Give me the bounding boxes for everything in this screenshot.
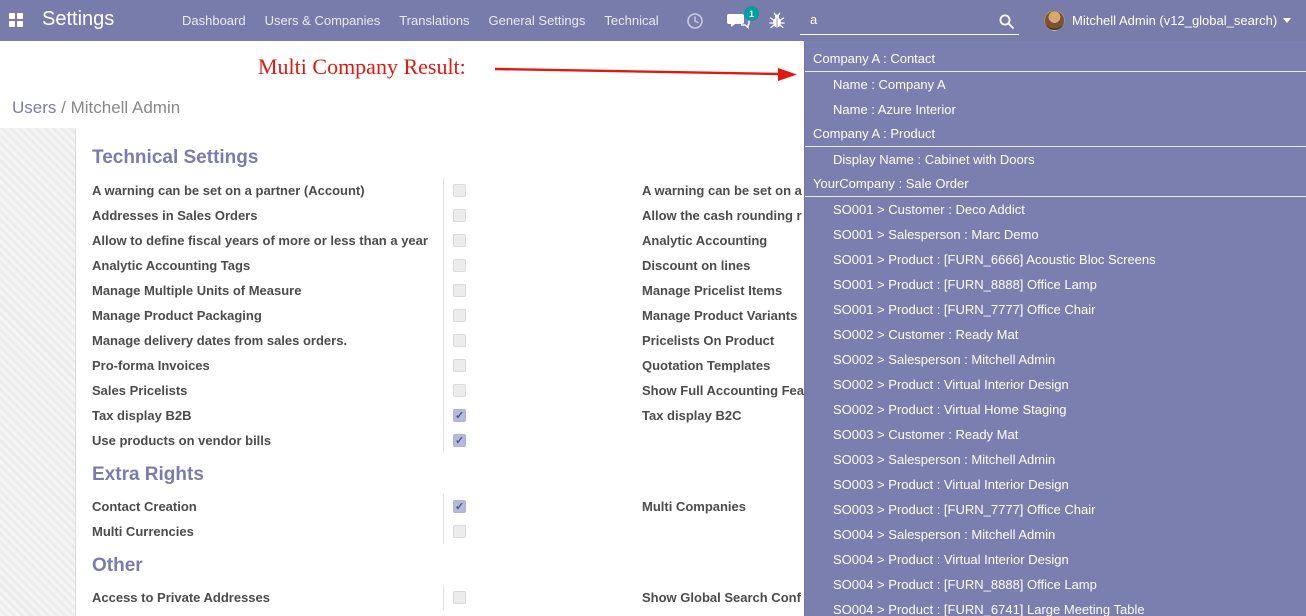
user-avatar (1044, 10, 1065, 31)
section-heading-other: Other (92, 555, 143, 577)
search-result-item[interactable]: SO004 > Salesperson : Mitchell Admin (805, 522, 1306, 547)
search-result-item[interactable]: Name : Azure Interior (805, 97, 1306, 122)
menu-technical[interactable]: Technical (604, 13, 658, 28)
breadcrumb-separator: / (56, 98, 70, 117)
menu-dashboard[interactable]: Dashboard (182, 13, 246, 28)
global-search-results-dropdown: Company A : Contact Name : Company A Nam… (804, 41, 1306, 616)
search-result-item[interactable]: SO001 > Salesperson : Marc Demo (805, 222, 1306, 247)
setting-row: Multi Currencies (92, 519, 466, 544)
section-heading-technical-settings: Technical Settings (92, 147, 258, 169)
search-result-item[interactable]: Display Name : Cabinet with Doors (805, 147, 1306, 172)
checkbox[interactable] (453, 209, 466, 222)
menu-translations[interactable]: Translations (399, 13, 469, 28)
section-heading-extra-rights: Extra Rights (92, 464, 204, 486)
red-arrow (488, 58, 803, 88)
setting-row: A warning can be set on a partner (Accou… (92, 178, 466, 203)
checkbox[interactable] (453, 500, 466, 513)
search-result-item[interactable]: SO002 > Product : Virtual Home Staging (805, 397, 1306, 422)
setting-row: Tax display B2C (642, 403, 812, 428)
other-right-column: Show Global Search Conf (642, 585, 812, 610)
search-result-item[interactable]: SO004 > Product : Virtual Interior Desig… (805, 547, 1306, 572)
setting-row: Tax display B2B (92, 403, 466, 428)
other-left-column: Access to Private Addresses (92, 585, 466, 610)
search-result-item[interactable]: Name : Company A (805, 72, 1306, 97)
user-menu[interactable]: Mitchell Admin (v12_global_search) (1044, 0, 1291, 41)
search-group-header: Company A : Contact (805, 47, 1306, 72)
setting-row: Manage Product Variants (642, 303, 812, 328)
odoo-settings-page: Settings Dashboard Users & Companies Tra… (0, 0, 1306, 616)
search-result-item[interactable]: SO001 > Product : [FURN_8888] Office Lam… (805, 272, 1306, 297)
menu-general-settings[interactable]: General Settings (489, 13, 586, 28)
breadcrumb-current: Mitchell Admin (71, 98, 181, 117)
apps-grid-icon[interactable] (9, 13, 24, 28)
breadcrumb-users-link[interactable]: Users (12, 98, 56, 117)
search-result-item[interactable]: SO002 > Salesperson : Mitchell Admin (805, 347, 1306, 372)
setting-row: Discount on lines (642, 253, 812, 278)
search-result-item[interactable]: SO001 > Product : [FURN_6666] Acoustic B… (805, 247, 1306, 272)
setting-row: Pro-forma Invoices (92, 353, 466, 378)
technical-settings-left-column: A warning can be set on a partner (Accou… (92, 178, 466, 453)
setting-row: A warning can be set on a (642, 178, 812, 203)
search-result-item[interactable]: SO003 > Customer : Ready Mat (805, 422, 1306, 447)
checkbox[interactable] (453, 434, 466, 447)
setting-row: Sales Pricelists (92, 378, 466, 403)
navbar-menu: Dashboard Users & Companies Translations… (182, 0, 659, 41)
checkbox[interactable] (453, 591, 466, 604)
setting-row: Contact Creation (92, 494, 466, 519)
chevron-down-icon (1283, 18, 1291, 23)
debug-bug-icon[interactable] (768, 12, 786, 30)
checkbox[interactable] (453, 234, 466, 247)
search-result-item[interactable]: SO002 > Customer : Ready Mat (805, 322, 1306, 347)
checkbox[interactable] (453, 384, 466, 397)
search-result-item[interactable]: SO004 > Product : [FURN_8888] Office Lam… (805, 572, 1306, 597)
setting-row: Analytic Accounting (642, 228, 812, 253)
search-result-item[interactable]: SO001 > Customer : Deco Addict (805, 197, 1306, 222)
setting-row: Multi Companies (642, 494, 812, 519)
setting-row: Quotation Templates (642, 353, 812, 378)
setting-row: Addresses in Sales Orders (92, 203, 466, 228)
setting-row: Analytic Accounting Tags (92, 253, 466, 278)
checkbox[interactable] (453, 259, 466, 272)
global-search-input[interactable]: a (800, 8, 1019, 35)
search-result-item[interactable]: SO003 > Salesperson : Mitchell Admin (805, 447, 1306, 472)
setting-row: Manage Product Packaging (92, 303, 466, 328)
top-navbar: Settings Dashboard Users & Companies Tra… (0, 0, 1306, 41)
setting-row: Use products on vendor bills (92, 428, 466, 453)
setting-row: Pricelists On Product (642, 328, 812, 353)
app-title[interactable]: Settings (42, 8, 114, 31)
setting-row: Manage Pricelist Items (642, 278, 812, 303)
setting-row: Allow to define fiscal years of more or … (92, 228, 466, 253)
checkbox[interactable] (453, 359, 466, 372)
search-result-item[interactable]: SO001 > Product : [FURN_7777] Office Cha… (805, 297, 1306, 322)
search-icon[interactable] (998, 13, 1015, 30)
extra-rights-right-column: Multi Companies (642, 494, 812, 519)
menu-users-companies[interactable]: Users & Companies (265, 13, 381, 28)
activities-clock-icon[interactable] (686, 12, 704, 30)
breadcrumb: Users / Mitchell Admin (12, 98, 180, 118)
search-result-item[interactable]: SO003 > Product : [FURN_7777] Office Cha… (805, 497, 1306, 522)
user-name: Mitchell Admin (v12_global_search) (1072, 13, 1277, 28)
setting-row: Manage delivery dates from sales orders. (92, 328, 466, 353)
checkbox[interactable] (453, 284, 466, 297)
extra-rights-left-column: Contact Creation Multi Currencies (92, 494, 466, 544)
technical-settings-right-column: A warning can be set on a Allow the cash… (642, 178, 812, 428)
setting-row: Manage Multiple Units of Measure (92, 278, 466, 303)
search-group-header: Company A : Product (805, 122, 1306, 147)
checkbox[interactable] (453, 309, 466, 322)
checkbox[interactable] (453, 184, 466, 197)
message-count-badge[interactable]: 1 (744, 6, 759, 21)
search-result-item[interactable]: SO003 > Product : Virtual Interior Desig… (805, 472, 1306, 497)
setting-row: Show Global Search Conf (642, 585, 812, 610)
annotation-text: Multi Company Result: (258, 54, 466, 80)
search-input-value: a (810, 12, 817, 27)
checkbox[interactable] (453, 525, 466, 538)
setting-row: Show Full Accounting Fea (642, 378, 812, 403)
search-group-header: YourCompany : Sale Order (805, 172, 1306, 197)
checkbox[interactable] (453, 334, 466, 347)
checkbox[interactable] (453, 409, 466, 422)
setting-row: Allow the cash rounding r (642, 203, 812, 228)
search-result-item[interactable]: SO002 > Product : Virtual Interior Desig… (805, 372, 1306, 397)
search-result-item[interactable]: SO004 > Product : [FURN_6741] Large Meet… (805, 597, 1306, 616)
setting-row: Access to Private Addresses (92, 585, 466, 610)
